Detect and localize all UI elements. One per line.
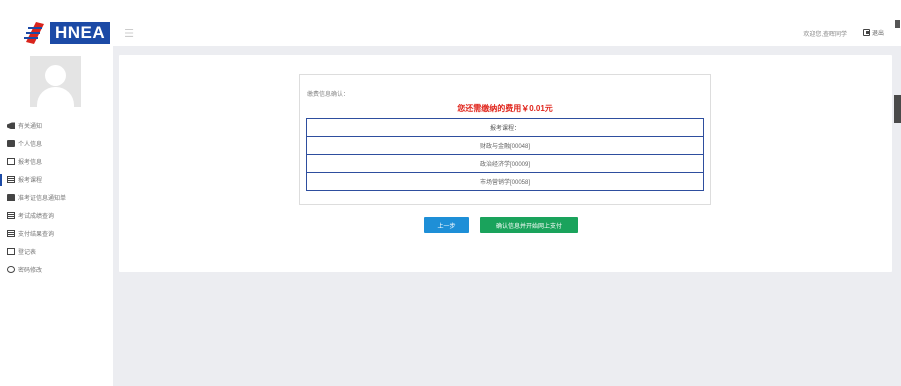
welcome-text: 欢迎您,查晖同学 (803, 32, 847, 38)
sidebar-item-label: 报考信息 (18, 160, 43, 167)
logout-icon (862, 28, 870, 36)
course-cell: 政治经济学[00009] (306, 154, 704, 173)
confirm-pay-button[interactable]: 确认信息并开始网上支付 (480, 217, 578, 233)
avatar (30, 56, 81, 107)
scroll-handle[interactable] (894, 95, 901, 123)
sidebar-item-label: 密码修改 (18, 267, 43, 274)
sidebar-item-label: 支付结果查询 (18, 231, 55, 238)
table-header-row: 报考课程： (306, 118, 704, 137)
document-icon (7, 176, 15, 184)
top-header: HNEA ☰ 欢迎您,查晖同学 退出 (0, 0, 901, 46)
table-row: 市场营销学[00058] (306, 172, 704, 191)
corner-marker (895, 20, 900, 28)
sidebar-nav: 有关通知 个人信息 报考信息 报考课程 准考证信息通知单 考试成绩查询 支付结果… (0, 117, 113, 278)
avatar-head (45, 65, 66, 86)
course-table: 报考课程： 财政与金融[00048] 政治经济学[00009] 市场营销学[00… (306, 118, 704, 191)
sidebar-item-exam-results[interactable]: 考试成绩查询 (0, 206, 113, 224)
prev-step-button[interactable]: 上一步 (424, 217, 469, 233)
hnea-logo[interactable]: HNEA (22, 21, 120, 45)
sidebar-item-registration-form[interactable]: 登记表 (0, 242, 113, 260)
table-row: 政治经济学[00009] (306, 154, 704, 173)
course-cell: 市场营销学[00058] (306, 172, 704, 191)
comment-icon (7, 140, 15, 148)
sidebar-item-change-password[interactable]: 密码修改 (0, 260, 113, 278)
bullhorn-icon (7, 122, 15, 130)
at-icon (7, 265, 15, 273)
fee-amount-text: 您还需缴纳的费用￥0.01元 (457, 104, 553, 113)
avatar-body (37, 87, 74, 107)
sidebar-item-label: 登记表 (18, 249, 37, 256)
sidebar-item-personal-info[interactable]: 个人信息 (0, 135, 113, 153)
sidebar-item-payment-results[interactable]: 支付结果查询 (0, 224, 113, 242)
sidebar-item-label: 个人信息 (18, 142, 43, 149)
sidebar-item-admission-ticket[interactable]: 准考证信息通知单 (0, 189, 113, 207)
sidebar: 有关通知 个人信息 报考信息 报考课程 准考证信息通知单 考试成绩查询 支付结果… (0, 46, 113, 386)
sidebar-item-registered-courses[interactable]: 报考课程 (0, 171, 113, 189)
logo-text: HNEA (50, 22, 111, 44)
edit-icon (7, 247, 15, 255)
confirm-title: 缴费信息确认： (307, 92, 350, 98)
table-row: 财政与金融[00048] (306, 136, 704, 155)
sidebar-item-label: 考试成绩查询 (18, 213, 55, 220)
logout-button[interactable]: 退出 (862, 26, 884, 38)
sidebar-item-label: 准考证信息通知单 (18, 196, 67, 202)
monitor-icon (7, 158, 15, 166)
sidebar-item-label: 有关通知 (18, 124, 43, 131)
course-cell: 财政与金融[00048] (306, 136, 704, 155)
document-icon (7, 229, 15, 237)
sidebar-item-label: 报考课程 (18, 178, 43, 185)
sidebar-item-registration-info[interactable]: 报考信息 (0, 153, 113, 171)
table-header-cell: 报考课程： (306, 118, 704, 137)
logo-emblem-icon (22, 21, 48, 45)
logout-label: 退出 (871, 30, 884, 37)
menu-toggle-icon[interactable]: ☰ (119, 24, 139, 42)
list-icon (7, 211, 15, 219)
print-icon (7, 194, 15, 201)
sidebar-item-notices[interactable]: 有关通知 (0, 117, 113, 135)
